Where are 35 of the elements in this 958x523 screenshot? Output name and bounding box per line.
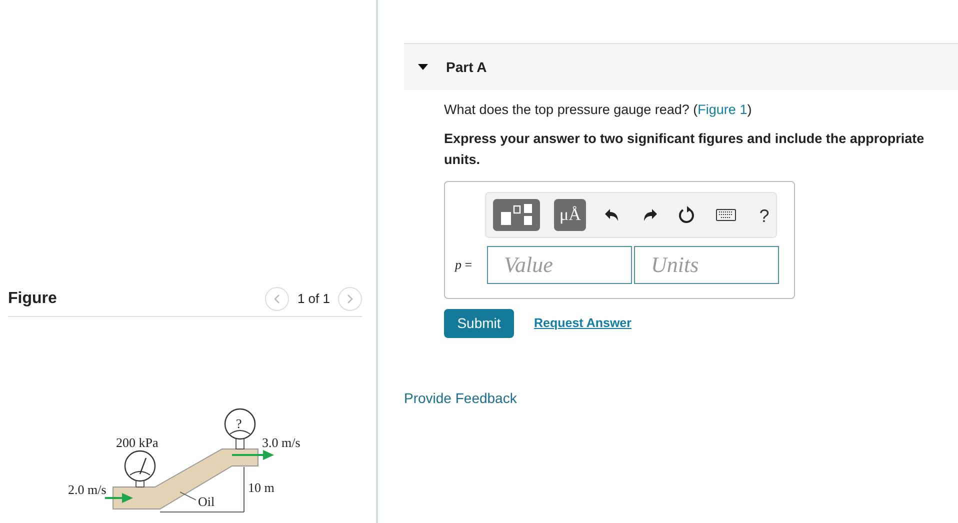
request-answer-link[interactable]: Request Answer (534, 314, 632, 333)
question-text: What does the top pressure gauge read? (Figure 1) (444, 101, 753, 119)
chevron-right-icon (346, 294, 354, 304)
figure-title: Figure (8, 288, 57, 308)
flow-arrow (105, 493, 133, 503)
value-field[interactable]: Value (487, 246, 632, 284)
units-button[interactable]: μÅ (554, 198, 586, 231)
pressure-gauge-icon (224, 408, 256, 450)
speed-label: 2.0 m/s (68, 482, 106, 497)
help-button[interactable]: ? (752, 202, 776, 227)
flow-arrow (232, 450, 274, 460)
keyboard-icon (716, 208, 736, 221)
figure-pager: 1 of 1 (297, 290, 330, 308)
redo-icon (642, 208, 658, 222)
templates-button[interactable] (493, 198, 540, 231)
gauge-reading: ? (236, 416, 242, 431)
instruction-text: Express your answer to two significant figures and include the appropriate units. (444, 130, 926, 168)
reset-icon (678, 206, 696, 224)
part-title: Part A (446, 58, 487, 76)
submit-button[interactable]: Submit (444, 308, 514, 338)
pressure-gauge-icon (124, 450, 156, 488)
templates-icon (498, 202, 535, 227)
figure-link[interactable]: Figure 1 (698, 102, 748, 117)
undo-icon (604, 208, 620, 222)
part-header[interactable]: Part A (404, 43, 958, 90)
fluid-label: Oil (198, 494, 215, 509)
units-field[interactable]: Units (634, 246, 779, 284)
speed-label: 3.0 m/s (262, 435, 300, 450)
caret-down-icon (417, 63, 429, 71)
feedback-link[interactable]: Provide Feedback (404, 388, 958, 409)
height-label: 10 m (248, 480, 274, 495)
variable-label: p = (455, 256, 474, 274)
leader-line (180, 492, 196, 500)
pressure-label: 200 kPa (116, 435, 158, 450)
chevron-left-icon (273, 294, 282, 304)
